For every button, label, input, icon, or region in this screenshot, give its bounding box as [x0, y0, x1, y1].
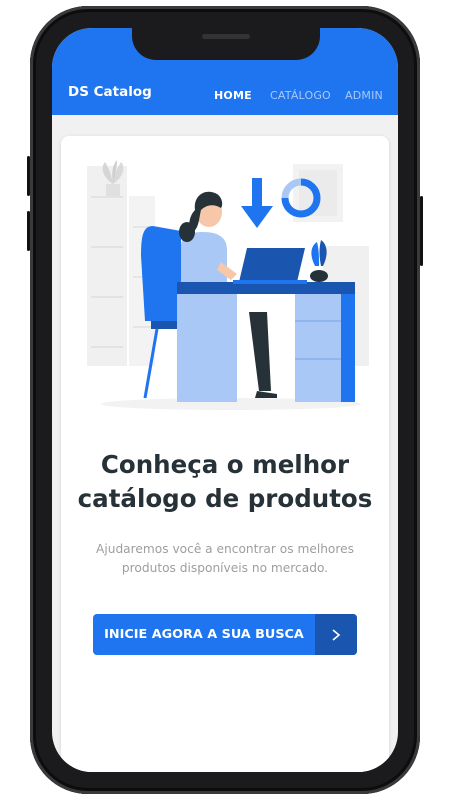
hero-subtitle-line2: produtos disponíveis no mercado. — [121, 561, 329, 575]
nav-link-home[interactable]: HOME — [214, 89, 252, 102]
hero-title-line1: Conheça o melhor — [100, 450, 350, 479]
hero-subtitle: Ajudaremos você a encontrar os melhores … — [61, 540, 389, 578]
start-search-button-label: INICIE AGORA A SUA BUSCA — [104, 627, 304, 642]
nav-link-catalog[interactable]: CATÁLOGO — [270, 89, 331, 102]
hero-title-line2: catálogo de produtos — [77, 484, 373, 513]
hero-illustration — [87, 160, 369, 410]
hero-card: Conheça o melhor catálogo de produtos Aj… — [61, 136, 389, 772]
start-search-button[interactable]: INICIE AGORA A SUA BUSCA — [93, 614, 357, 655]
nav-link-admin[interactable]: ADMIN — [345, 89, 383, 102]
app-screen: DS Catalog HOME CATÁLOGO ADMIN Conheça o… — [52, 28, 398, 772]
brand-logo[interactable]: DS Catalog — [68, 84, 152, 100]
chevron-right-icon — [315, 614, 357, 655]
hero-subtitle-line1: Ajudaremos você a encontrar os melhores — [96, 542, 354, 556]
phone-notch — [132, 26, 320, 60]
hero-title: Conheça o melhor catálogo de produtos — [61, 448, 389, 516]
